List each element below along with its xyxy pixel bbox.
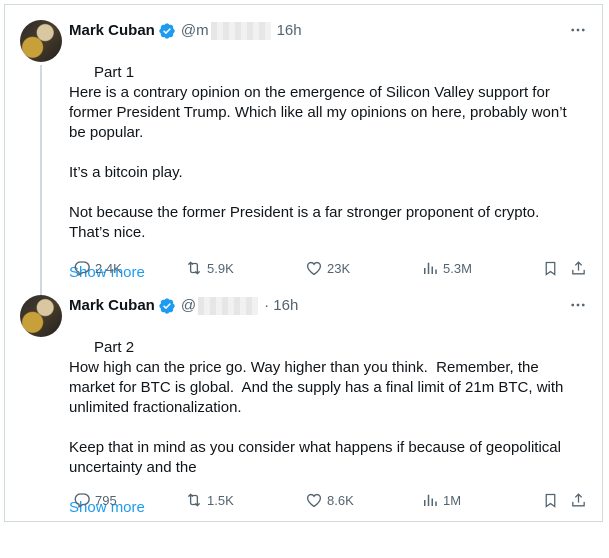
timestamp[interactable]: · 16h xyxy=(264,296,298,316)
timestamp[interactable]: 16h xyxy=(277,21,302,41)
like-count: 8.6K xyxy=(327,492,354,508)
author-handle[interactable]: @ xyxy=(181,296,196,316)
more-icon[interactable] xyxy=(568,21,588,39)
repost-icon xyxy=(187,493,201,507)
bookmark-button[interactable] xyxy=(542,260,559,277)
reply-icon xyxy=(74,261,90,276)
repost-count: 1.5K xyxy=(207,492,234,508)
bookmark-icon xyxy=(545,493,556,508)
repost-button[interactable]: 1.5K xyxy=(185,491,234,509)
reply-count: 795 xyxy=(95,492,117,508)
repost-count: 5.9K xyxy=(207,260,234,276)
reply-count: 2.4K xyxy=(95,260,122,276)
more-icon[interactable] xyxy=(568,296,588,314)
tweet-text: Part 1 Here is a contrary opinion on the… xyxy=(69,64,567,241)
bookmark-button[interactable] xyxy=(542,492,559,509)
repost-icon xyxy=(187,261,201,275)
tweet-body: Part 2 How high can the price go. Way hi… xyxy=(69,318,582,558)
tweet-body: Part 1 Here is a contrary opinion on the… xyxy=(69,43,582,323)
redacted-handle xyxy=(210,22,271,40)
author-name[interactable]: Mark Cuban xyxy=(69,21,155,41)
views-count: 1M xyxy=(443,492,462,508)
views-icon xyxy=(424,262,437,274)
like-count: 23K xyxy=(327,260,351,276)
redacted-handle xyxy=(198,297,259,315)
thread-container: Mark Cuban @m 16h Part 1 Here is a contr… xyxy=(4,4,603,522)
tweet-header: Mark Cuban @ · 16h xyxy=(69,295,592,317)
reply-button[interactable]: 2.4K xyxy=(73,259,122,277)
avatar[interactable] xyxy=(20,295,62,337)
views-button[interactable]: 1M xyxy=(421,491,461,509)
share-button[interactable] xyxy=(570,260,587,277)
tweet[interactable]: Mark Cuban @m 16h Part 1 Here is a contr… xyxy=(5,15,602,295)
share-icon xyxy=(572,492,585,506)
avatar[interactable] xyxy=(20,20,62,62)
share-icon xyxy=(572,260,585,274)
tweet-header: Mark Cuban @m 16h xyxy=(69,20,592,42)
tweet-actions: 795 1.5K 8.6K 1M xyxy=(65,488,588,512)
share-button[interactable] xyxy=(570,492,587,509)
verified-icon xyxy=(158,22,176,40)
reply-button[interactable]: 795 xyxy=(73,491,117,509)
reply-icon xyxy=(74,493,90,508)
like-button[interactable]: 23K xyxy=(305,259,350,277)
tweet-actions: 2.4K 5.9K 23K 5.3M xyxy=(65,256,588,280)
like-icon xyxy=(306,493,322,508)
verified-icon xyxy=(158,297,176,315)
tweet-text: Part 2 How high can the price go. Way hi… xyxy=(69,339,564,476)
like-icon xyxy=(306,261,322,276)
tweet[interactable]: Mark Cuban @ · 16h Part 2 How high can t… xyxy=(5,290,602,520)
views-count: 5.3M xyxy=(443,260,472,276)
author-name[interactable]: Mark Cuban xyxy=(69,296,155,316)
thread-connector-line xyxy=(40,65,42,295)
author-handle[interactable]: @m xyxy=(181,21,209,41)
bookmark-icon xyxy=(545,261,556,276)
like-button[interactable]: 8.6K xyxy=(305,491,354,509)
views-button[interactable]: 5.3M xyxy=(421,259,472,277)
views-icon xyxy=(424,494,437,506)
repost-button[interactable]: 5.9K xyxy=(185,259,234,277)
